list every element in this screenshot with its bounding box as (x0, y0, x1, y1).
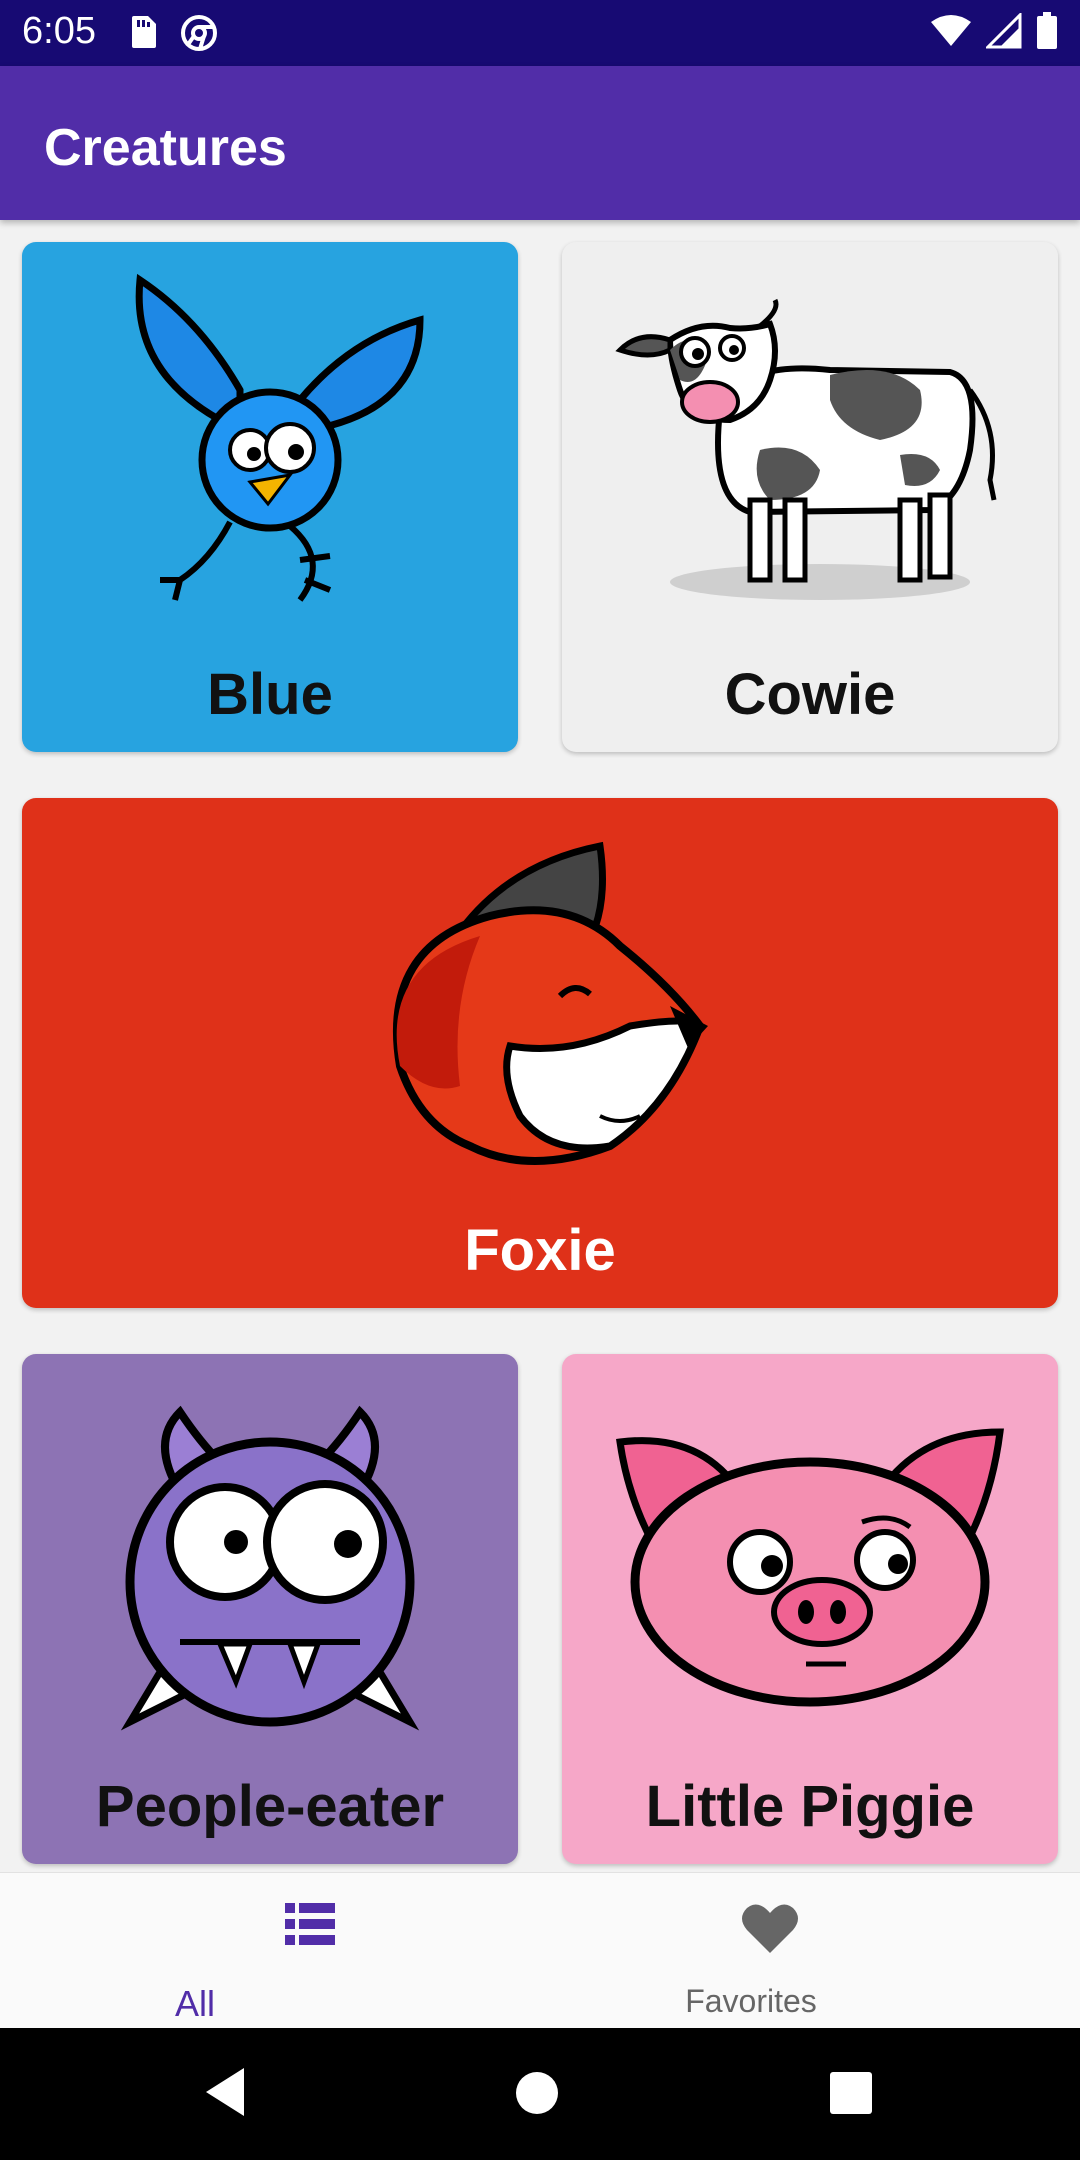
pig-icon (610, 1412, 1010, 1717)
app-title: Creatures (44, 119, 287, 177)
creature-card-blue[interactable]: Blue (22, 242, 518, 752)
fox-icon (370, 826, 710, 1191)
creature-card-people-eater[interactable]: People-eater (22, 1354, 518, 1864)
cow-icon (610, 280, 1010, 625)
back-button[interactable] (200, 2064, 250, 2125)
recents-button[interactable] (828, 2070, 874, 2121)
status-time: 6:05 (22, 10, 96, 52)
creature-card-cowie[interactable]: Cowie (562, 242, 1058, 752)
heart-icon (741, 1903, 799, 1960)
battery-icon (1036, 12, 1058, 55)
monster-icon (110, 1382, 430, 1747)
creature-card-little-piggie[interactable]: Little Piggie (562, 1354, 1058, 1864)
chrome-icon (180, 14, 218, 57)
status-bar: 6:05 (0, 0, 1080, 66)
creature-name: Cowie (724, 662, 896, 727)
creature-name: People-eater (95, 1774, 445, 1839)
system-navigation-bar (0, 2028, 1080, 2160)
list-icon (285, 1903, 335, 1950)
home-button[interactable] (514, 2070, 560, 2121)
signal-icon (984, 11, 1022, 54)
blue-bird-icon (90, 260, 450, 645)
wifi-icon (930, 14, 972, 53)
app-bar: Creatures (0, 66, 1080, 220)
sd-card-icon (128, 14, 158, 57)
nav-label-favorites: Favorites (685, 1983, 817, 2019)
bottom-navigation: All Favorites (0, 1872, 1080, 2029)
creature-card-foxie[interactable]: Foxie (22, 798, 1058, 1308)
creature-name: Foxie (464, 1218, 616, 1283)
creature-grid[interactable]: Blue Cowie Foxie People-eater Little Pig… (0, 220, 1080, 1872)
creature-name: Little Piggie (645, 1774, 975, 1839)
nav-item-favorites[interactable]: Favorites (500, 1873, 1040, 2029)
creature-name: Blue (207, 662, 333, 727)
